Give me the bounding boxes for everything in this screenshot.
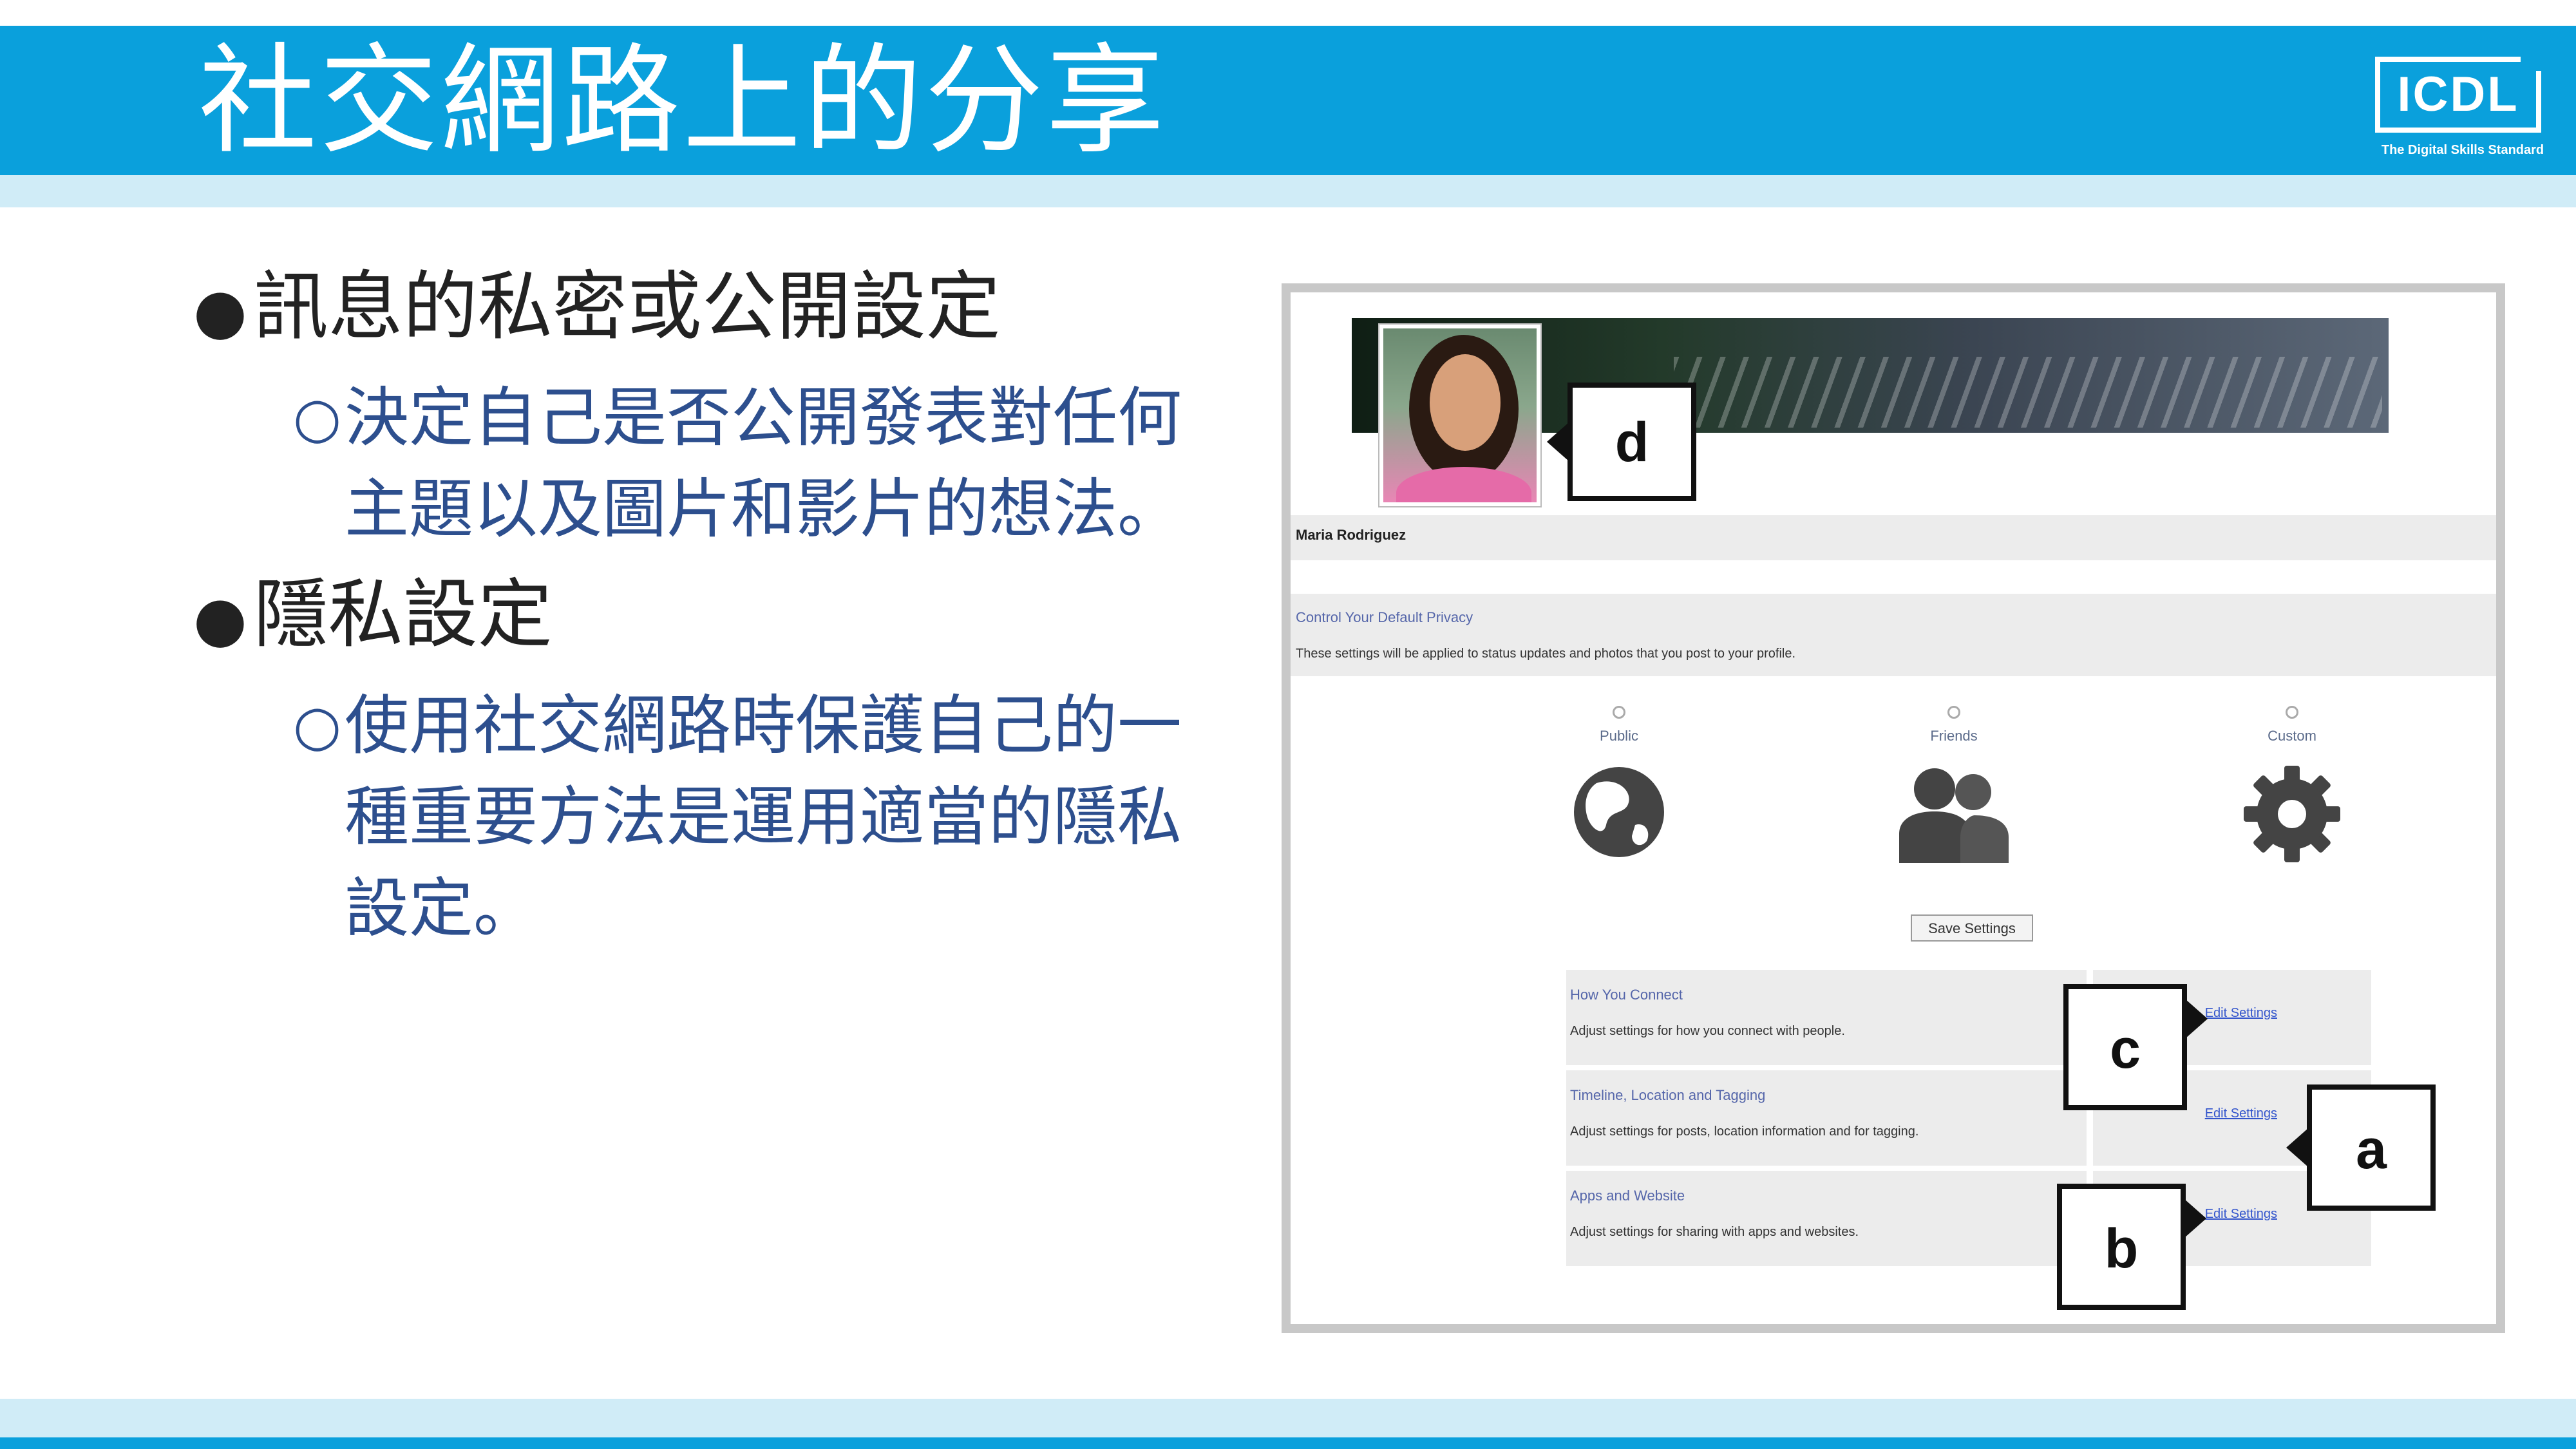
sub-bullet-ring-icon: ○ <box>293 386 342 450</box>
callout-d: d <box>1547 383 1696 501</box>
public-label: Public <box>1600 728 1638 744</box>
sub-bullet-2-line-1: 使用社交網路時保護自己的一 <box>345 688 1182 763</box>
footer-line <box>0 1437 2576 1449</box>
settings-row-timeline: Timeline, Location and Tagging Adjust se… <box>1566 1070 2371 1166</box>
default-privacy-panel <box>1291 594 2496 676</box>
sub-bullet-2: ○ 使用社交網路時保護自己的一 種重要方法是運用適當的隱私 設定。 <box>293 680 1195 954</box>
bullet-2-text: 隱私設定 <box>253 571 553 658</box>
row-title[interactable]: How You Connect <box>1570 987 1683 1003</box>
sub-bullet-1-line-1: 決定自己是否公開發表對任何 <box>345 380 1182 455</box>
icdl-logo: ICDL The Digital Skills Standard <box>2375 52 2550 166</box>
profile-name: Maria Rodriguez <box>1296 527 1406 543</box>
sub-bullet-ring-icon: ○ <box>293 694 342 758</box>
row-description: Adjust settings for posts, location info… <box>1570 1124 1919 1139</box>
bullet-2: ●隱私設定 <box>193 567 553 667</box>
profile-name-bar <box>1291 515 2496 560</box>
row-title[interactable]: Timeline, Location and Tagging <box>1570 1087 1765 1104</box>
cover-photo-pattern <box>1674 357 2382 428</box>
default-privacy-description: These settings will be applied to status… <box>1296 647 1796 661</box>
profile-avatar <box>1379 325 1540 506</box>
row-title[interactable]: Apps and Website <box>1570 1188 1685 1204</box>
callout-a: a <box>2286 1084 2436 1211</box>
footer-bar <box>0 1399 2576 1437</box>
edit-settings-link[interactable]: Edit Settings <box>2205 1006 2277 1021</box>
sub-bullet-2-line-2: 種重要方法是運用適當的隱私 <box>345 779 1182 855</box>
bullet-dot-icon: ● <box>193 275 247 347</box>
settings-row-apps: Apps and Website Adjust settings for sha… <box>1566 1171 2371 1266</box>
logo-tagline: The Digital Skills Standard <box>2381 143 2544 157</box>
title-bar-underline <box>0 175 2576 207</box>
row-description: Adjust settings for sharing with apps an… <box>1570 1225 1859 1239</box>
bullet-1-text: 訊息的私密或公開設定 <box>253 263 1001 350</box>
people-icon <box>1899 768 2009 863</box>
globe-icon <box>1574 767 1664 857</box>
edit-settings-link[interactable]: Edit Settings <box>2205 1106 2277 1121</box>
logo-text: ICDL <box>2397 67 2519 122</box>
option-public[interactable]: Public <box>1548 706 1690 864</box>
public-radio[interactable] <box>1613 706 1625 719</box>
privacy-settings-screenshot: d Maria Rodriguez Control Your Default P… <box>1282 283 2505 1333</box>
slide-title: 社交網路上的分享 <box>198 32 1168 170</box>
default-privacy-title[interactable]: Control Your Default Privacy <box>1296 609 1473 626</box>
save-settings-button[interactable]: Save Settings <box>1911 914 2033 942</box>
callout-c: c <box>2063 984 2208 1110</box>
sub-bullet-2-line-3: 設定。 <box>345 871 538 946</box>
bullet-1: ●訊息的私密或公開設定 <box>193 259 1001 359</box>
sub-bullet-1-line-2: 主題以及圖片和影片的想法。 <box>345 471 1182 547</box>
custom-radio[interactable] <box>2286 706 2298 719</box>
avatar-shirt <box>1396 467 1531 502</box>
row-description: Adjust settings for how you connect with… <box>1570 1024 1845 1038</box>
option-friends[interactable]: Friends <box>1883 706 2025 866</box>
option-custom[interactable]: Custom <box>2221 706 2363 869</box>
bullet-dot-icon: ● <box>193 583 247 655</box>
friends-label: Friends <box>1930 728 1978 744</box>
custom-label: Custom <box>2268 728 2316 744</box>
sub-bullet-1: ○ 決定自己是否公開發表對任何 主題以及圖片和影片的想法。 <box>293 372 1195 555</box>
friends-radio[interactable] <box>1947 706 1960 719</box>
avatar-face <box>1430 354 1501 451</box>
callout-b: b <box>2057 1184 2206 1310</box>
gear-icon <box>2244 766 2340 862</box>
settings-row-how-you-connect: How You Connect Adjust settings for how … <box>1566 970 2371 1065</box>
edit-settings-link[interactable]: Edit Settings <box>2205 1207 2277 1222</box>
